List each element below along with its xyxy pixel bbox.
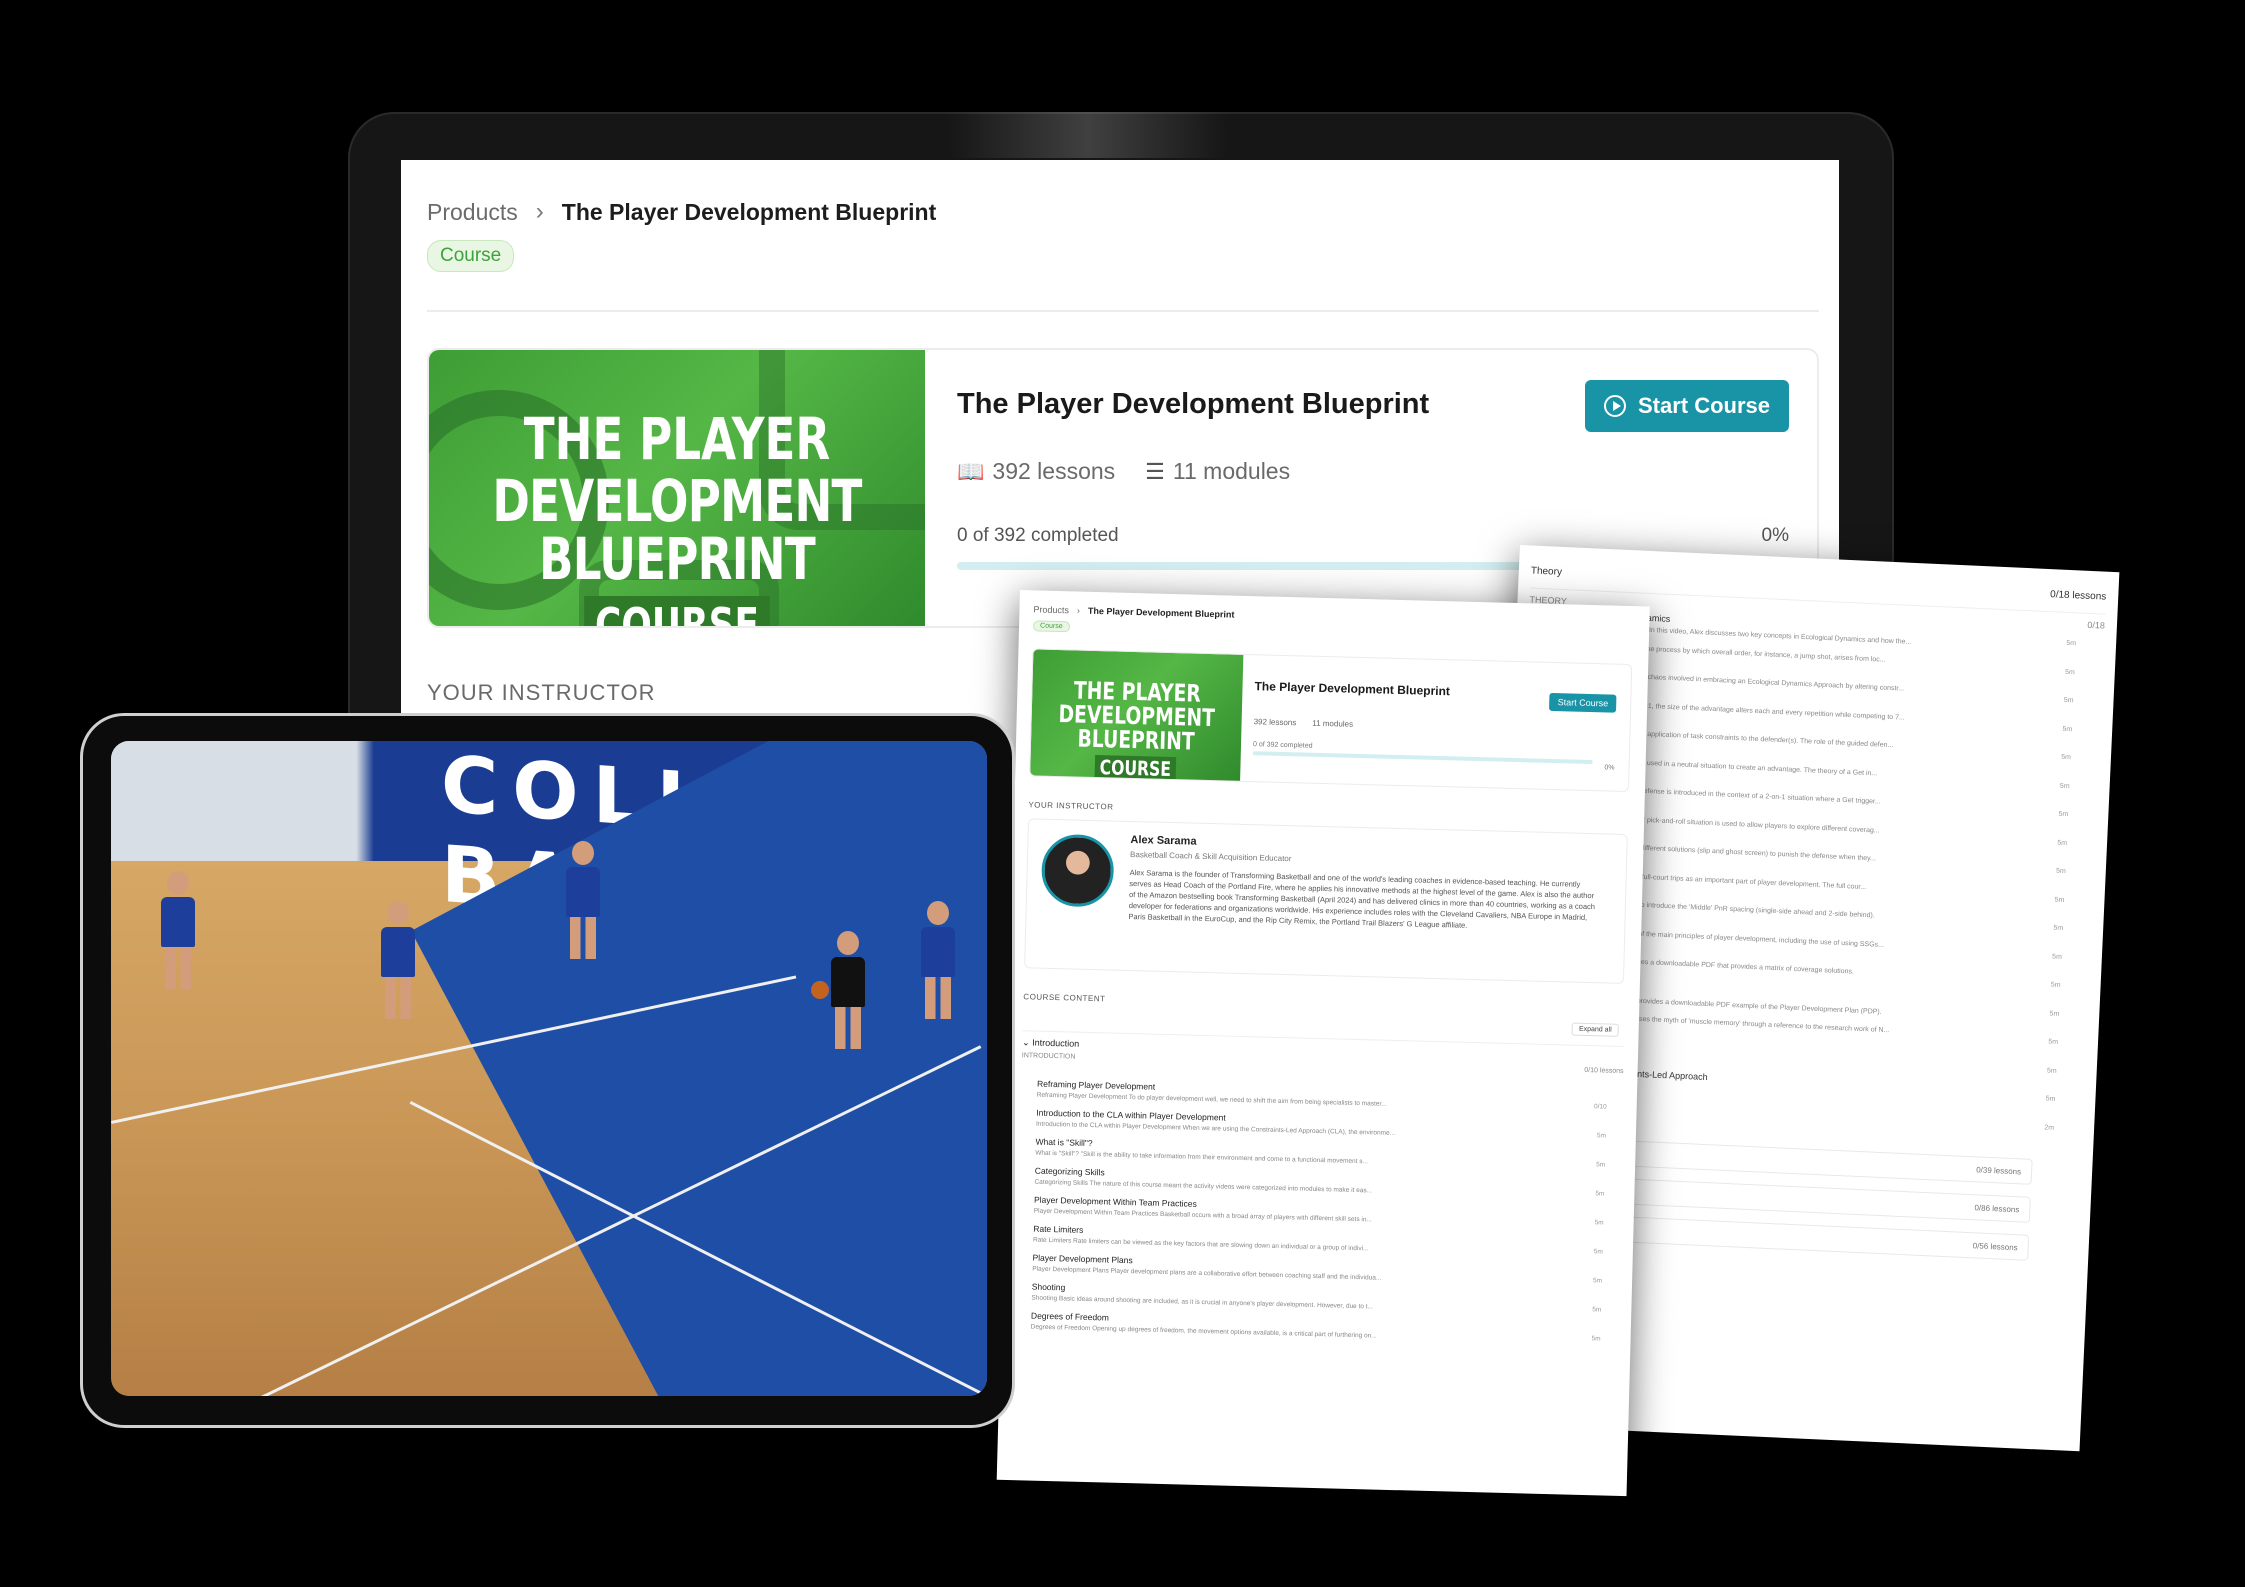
lesson-duration: 5m: [1592, 1306, 1602, 1314]
theory-lesson-duration: 5m: [2061, 753, 2072, 762]
avatar: [1040, 833, 1115, 908]
lesson-duration: 5m: [1594, 1219, 1604, 1227]
collapsed-module-count: 0/56 lessons: [1972, 1240, 2018, 1252]
mini-course-card: THE PLAYER DEVELOPMENT BLUEPRINT COURSE …: [1029, 648, 1633, 793]
theory-lesson-duration: 5m: [2062, 725, 2073, 733]
theory-sublabel-count: 0/18: [2087, 619, 2106, 631]
introduction-section-title: Introduction: [1032, 1037, 1080, 1049]
mini-thumbnail-line-3: COURSE: [1094, 755, 1176, 781]
chevron-right-icon: ›: [535, 198, 544, 225]
modules-count-text: 11 modules: [1172, 458, 1291, 484]
progress-percent: 0%: [1761, 525, 1789, 546]
mini-course-meta: 392 lessons 11 modules: [1254, 717, 1354, 729]
thumbnail-line-1: THE PLAYER: [523, 405, 831, 473]
thumbnail-line-2: DEVELOPMENT BLUEPRINT: [492, 467, 862, 593]
mini-course-title: The Player Development Blueprint: [1254, 679, 1451, 699]
theory-lesson-duration: 5m: [2045, 1095, 2056, 1103]
theory-lesson-duration: 5m: [2066, 639, 2077, 648]
course-thumbnail: THE PLAYER DEVELOPMENT BLUEPRINT COURSE: [429, 350, 925, 626]
modules-count: ☰ 11 modules: [1145, 458, 1290, 485]
lesson-duration: 5m: [1595, 1190, 1605, 1198]
mini-progress-bar: [1252, 751, 1593, 765]
chevron-down-icon: ⌄: [1022, 1037, 1033, 1048]
instructor-card: Alex Sarama Basketball Coach & Skill Acq…: [1024, 818, 1628, 984]
player: [161, 871, 195, 991]
theory-lesson-duration: 5m: [2057, 839, 2068, 847]
thumbnail-line-3: COURSE: [584, 596, 770, 626]
instructor-bio: Alex Sarama is the founder of Transformi…: [1128, 867, 1596, 930]
chevron-right-icon: ›: [1076, 605, 1081, 616]
expand-all-button[interactable]: Expand all: [1571, 1022, 1619, 1037]
theory-lesson-duration: 5m: [2054, 896, 2065, 904]
theory-section-count: 0/18 lessons: [2049, 589, 2107, 603]
course-page-screenshot: Products › The Player Development Bluepr…: [996, 590, 1650, 1497]
course-title: The Player Development Blueprint: [957, 388, 1430, 420]
theory-lesson-duration: 5m: [2046, 1066, 2057, 1075]
lessons-count-text: 392 lessons: [992, 458, 1116, 484]
mini-start-course-button[interactable]: Start Course: [1549, 692, 1617, 713]
course-content-heading: COURSE CONTENT: [1023, 992, 1106, 1004]
mini-instructor-heading: YOUR INSTRUCTOR: [1028, 800, 1114, 812]
theory-lesson-duration: 5m: [2055, 867, 2066, 876]
mini-course-badge: Course: [1032, 620, 1070, 633]
breadcrumb: Products › The Player Development Bluepr…: [427, 198, 936, 226]
play-circle-icon: [1603, 395, 1626, 417]
player: [381, 901, 415, 1021]
player: [831, 931, 865, 1051]
theory-lesson-duration: 5m: [2059, 782, 2070, 790]
instructor-role: Basketball Coach & Skill Acquisition Edu…: [1129, 849, 1292, 864]
breadcrumb-current: The Player Development Blueprint: [561, 198, 937, 225]
breadcrumb-products-link[interactable]: Products: [427, 199, 518, 226]
start-course-label: Start Course: [1637, 393, 1771, 418]
lesson-duration: 5m: [1591, 1335, 1601, 1343]
player: [921, 901, 955, 1021]
mini-progress-label: 0 of 392 completed: [1252, 741, 1313, 750]
collapsed-module-count: 0/86 lessons: [1974, 1202, 2020, 1214]
monitor-glare: [948, 112, 1228, 158]
progress-label: 0 of 392 completed: [957, 525, 1119, 546]
course-meta: 📖 392 lessons ☰ 11 modules: [957, 458, 1290, 485]
course-type-badge: Course: [427, 240, 515, 272]
theory-lesson-duration: 5m: [2051, 953, 2063, 961]
mini-modules-count: 11 modules: [1312, 718, 1354, 729]
theory-lesson-duration: 5m: [2048, 1038, 2059, 1046]
theory-lesson-duration: 2m: [2044, 1123, 2055, 1132]
theory-lesson-duration: 5m: [2064, 668, 2075, 676]
lesson-duration: 5m: [1592, 1277, 1603, 1285]
mini-thumbnail-line-2: DEVELOPMENT BLUEPRINT: [1058, 700, 1216, 756]
mini-breadcrumb-current: The Player Development Blueprint: [1087, 605, 1235, 620]
mini-lessons-count: 392 lessons: [1253, 717, 1297, 728]
start-course-button[interactable]: Start Course: [1585, 380, 1789, 432]
basketball: [811, 981, 829, 999]
theory-section-title: Theory: [1530, 565, 1563, 578]
lesson-duration: 5m: [1593, 1248, 1603, 1256]
theory-lesson-duration: 5m: [2050, 981, 2061, 989]
collapsed-module-count: 0/39 lessons: [1976, 1164, 2022, 1176]
lessons-count: 📖 392 lessons: [957, 458, 1115, 485]
book-icon: 📖: [957, 459, 985, 484]
mini-course-thumbnail: THE PLAYER DEVELOPMENT BLUEPRINT COURSE: [1030, 649, 1244, 783]
mini-progress-percent: 0%: [1604, 764, 1615, 772]
theory-lesson-duration: 5m: [2058, 810, 2069, 819]
tablet-frame: COLLEGE BASKET: [80, 713, 1015, 1428]
theory-lesson-duration: 5m: [2053, 924, 2064, 933]
theory-lesson-duration: 5m: [2063, 696, 2074, 705]
header-divider: [427, 310, 1819, 312]
lesson-duration: 0/10: [1593, 1103, 1607, 1111]
mini-breadcrumb: Products › The Player Development Bluepr…: [1033, 604, 1234, 619]
thumbnail-title: THE PLAYER DEVELOPMENT BLUEPRINT COURSE: [484, 405, 871, 626]
layers-icon: ☰: [1145, 459, 1165, 484]
player: [566, 841, 600, 961]
lesson-duration: 5m: [1596, 1132, 1606, 1140]
introduction-sublabel-count: 0/10 lessons: [1584, 1066, 1624, 1075]
lesson-duration: 5m: [1596, 1161, 1606, 1169]
mini-breadcrumb-products[interactable]: Products: [1033, 604, 1069, 615]
theory-lesson-duration: 5m: [2049, 1010, 2060, 1018]
mini-thumbnail-title: THE PLAYER DEVELOPMENT BLUEPRINT COURSE: [1053, 676, 1219, 781]
instructor-heading: YOUR INSTRUCTOR: [427, 680, 656, 705]
introduction-sublabel-text: INTRODUCTION: [1021, 1052, 1076, 1061]
course-video[interactable]: COLLEGE BASKET: [111, 741, 987, 1396]
instructor-name: Alex Sarama: [1130, 833, 1197, 848]
